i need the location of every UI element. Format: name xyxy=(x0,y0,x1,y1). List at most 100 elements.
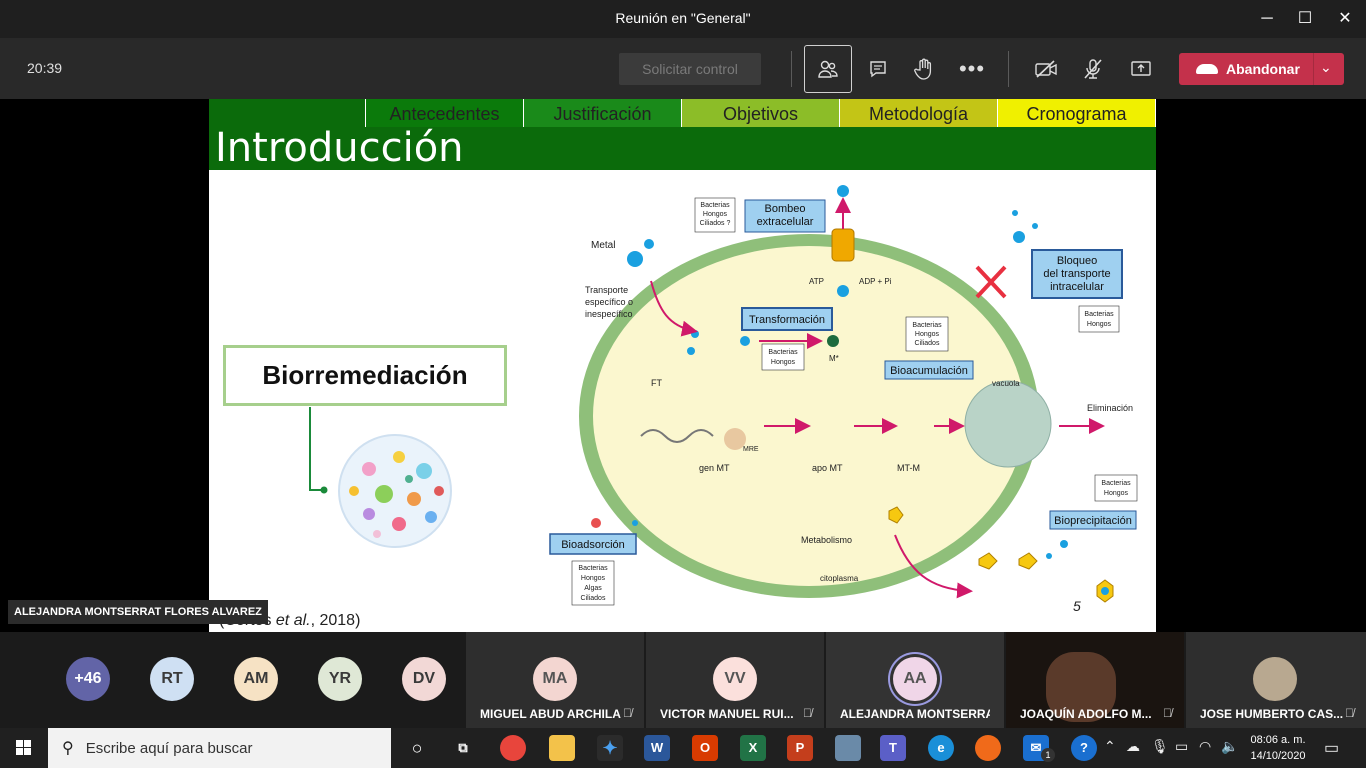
chevron-down-icon[interactable]: ⌄ xyxy=(1320,59,1332,76)
box-bioprecipitacion: Bioprecipitación xyxy=(1049,510,1137,530)
task-view-icon[interactable]: ⧉ xyxy=(450,735,476,761)
leave-button[interactable]: Abandonar ⌄ xyxy=(1179,53,1344,85)
powerpoint-icon[interactable]: P xyxy=(787,735,813,761)
avatar[interactable]: RT xyxy=(150,657,194,701)
file-explorer-icon[interactable] xyxy=(549,735,575,761)
participants-button[interactable] xyxy=(804,45,852,93)
label-mre: MRE xyxy=(743,446,759,453)
battery-icon[interactable]: ▭ xyxy=(1175,738,1188,755)
svg-text:Bloqueo: Bloqueo xyxy=(1057,255,1097,267)
camera-off-icon xyxy=(1035,60,1057,78)
svg-text:Hongos: Hongos xyxy=(1104,490,1129,497)
firefox-icon[interactable] xyxy=(975,735,1001,761)
microphone-icon[interactable]: 🎙 xyxy=(1151,738,1169,755)
avatar[interactable]: AM xyxy=(234,657,278,701)
participant-name: MIGUEL ABUD ARCHILA xyxy=(480,707,621,721)
volume-icon[interactable]: 🔈 xyxy=(1221,738,1238,755)
share-button[interactable] xyxy=(1117,45,1165,93)
label-eliminacion: Eliminación xyxy=(1087,403,1133,413)
vacuole xyxy=(964,380,1052,468)
more-icon: ••• xyxy=(958,56,986,81)
svg-text:Algas: Algas xyxy=(584,585,602,592)
more-options-button[interactable]: ••• xyxy=(948,45,996,93)
notifications-icon[interactable]: ▭ xyxy=(1324,738,1339,758)
chevron-up-icon[interactable]: ⌃ xyxy=(1104,738,1116,755)
camera-toggle-button[interactable] xyxy=(1022,45,1070,93)
slide-title-bar: Introducción xyxy=(209,125,1156,171)
word-icon[interactable]: W xyxy=(644,735,670,761)
toolbar-divider xyxy=(1008,51,1009,87)
toolbar-divider xyxy=(791,51,792,87)
taskbar-search[interactable]: ⚲ Escribe aquí para buscar xyxy=(48,728,391,768)
cloud-icon[interactable]: ☁ xyxy=(1126,738,1140,755)
slide-nav-tabs: Antecedentes Justificación Objetivos Met… xyxy=(209,99,1156,127)
wifi-icon[interactable]: ◠ xyxy=(1199,738,1211,755)
chat-icon xyxy=(870,61,886,78)
atp-pump xyxy=(831,228,855,262)
windows-start-icon[interactable] xyxy=(8,736,38,760)
teams-icon[interactable]: T xyxy=(880,735,906,761)
box-bloqueo-orgs: Bacterias Hongos xyxy=(1078,305,1120,333)
search-placeholder: Escribe aquí para buscar xyxy=(85,739,253,757)
request-control-button[interactable]: Solicitar control xyxy=(619,53,761,85)
svg-text:Bioadsorción: Bioadsorción xyxy=(561,539,625,551)
mic-muted-icon: 🎙̸ xyxy=(1163,706,1172,720)
dropbox-icon[interactable]: ✦ xyxy=(597,735,623,761)
box-bioacum-orgs: Bacterias Hongos Ciliados xyxy=(905,316,949,352)
participant-tile[interactable]: MA MIGUEL ABUD ARCHILA 🎙̸ xyxy=(466,632,644,728)
label-metal: Metal xyxy=(591,240,615,251)
participant-tile[interactable]: JOAQUÍN ADOLFO M... 🎙̸ xyxy=(1006,632,1184,728)
avatar: AA xyxy=(893,657,937,701)
citation-italic: et al. xyxy=(275,612,311,629)
close-button[interactable]: ✕ xyxy=(1332,6,1358,32)
svg-text:Ciliados ?: Ciliados ? xyxy=(700,220,731,227)
hang-up-icon xyxy=(1196,64,1218,74)
box-bioadsorcion: Bioadsorción xyxy=(549,533,637,555)
box-transf-orgs: Bacterias Hongos xyxy=(761,343,805,371)
biorremediacion-box: Biorremediación xyxy=(223,345,507,406)
help-icon[interactable]: ? xyxy=(1071,735,1097,761)
leave-label: Abandonar xyxy=(1226,61,1300,77)
svg-text:Bacterias: Bacterias xyxy=(1101,480,1131,487)
mic-muted-icon: 🎙̸ xyxy=(1345,706,1354,720)
excel-icon[interactable]: X xyxy=(740,735,766,761)
more-participants-badge[interactable]: +46 xyxy=(66,657,110,701)
chrome-icon[interactable] xyxy=(500,735,526,761)
participant-tile[interactable]: JOSE HUMBERTO CAS... 🎙̸ xyxy=(1186,632,1366,728)
label-metabolismo: Metabolismo xyxy=(801,535,852,545)
minimize-button[interactable]: ─ xyxy=(1254,6,1280,32)
participant-name: JOAQUÍN ADOLFO M... xyxy=(1020,707,1152,721)
svg-text:Bacterias: Bacterias xyxy=(1084,311,1114,318)
slide-nav-spacer xyxy=(209,99,366,127)
box-bloqueo: Bloqueo del transporte intracelular xyxy=(1031,249,1123,299)
taskbar-clock[interactable]: 08:06 a. m. 14/10/2020 xyxy=(1246,732,1310,764)
participant-photo xyxy=(1253,657,1297,701)
office-icon[interactable]: O xyxy=(692,735,718,761)
slide-tab-antecedentes: Antecedentes xyxy=(366,99,524,127)
edge-icon[interactable]: e xyxy=(928,735,954,761)
svg-text:del transporte: del transporte xyxy=(1043,268,1110,280)
chat-button[interactable] xyxy=(854,45,902,93)
box-transformacion: Transformación xyxy=(741,307,833,331)
cortana-icon[interactable]: ○ xyxy=(404,735,430,761)
label-transporte-1: Transporte xyxy=(585,285,628,295)
svg-text:Transformación: Transformación xyxy=(749,314,825,326)
mic-toggle-button[interactable] xyxy=(1069,45,1117,93)
meeting-toolbar: 20:39 Solicitar control ••• Abandonar ⌄ xyxy=(0,38,1366,99)
slide-page-number: 5 xyxy=(1073,598,1081,614)
slide-title: Introducción xyxy=(215,125,464,171)
participants-icon xyxy=(818,60,838,78)
svg-text:Bioacumulación: Bioacumulación xyxy=(890,365,968,377)
avatar[interactable]: YR xyxy=(318,657,362,701)
slide-tab-objetivos: Objetivos xyxy=(682,99,840,127)
raise-hand-button[interactable] xyxy=(900,45,948,93)
label-mt-m: MT-M xyxy=(897,463,920,473)
maximize-button[interactable]: ☐ xyxy=(1292,6,1318,32)
participant-tile[interactable]: AA ALEJANDRA MONTSERRA... xyxy=(826,632,1004,728)
presenter-name-tag: ALEJANDRA MONTSERRAT FLORES ALVAREZ xyxy=(8,600,268,624)
svg-text:Hongos: Hongos xyxy=(703,211,728,218)
paint-icon[interactable] xyxy=(835,735,861,761)
avatar[interactable]: DV xyxy=(402,657,446,701)
participant-tile[interactable]: VV VICTOR MANUEL RUI... 🎙̸ xyxy=(646,632,824,728)
box-bombeo-orgs: Bacterias Hongos Ciliados ? xyxy=(694,197,736,233)
